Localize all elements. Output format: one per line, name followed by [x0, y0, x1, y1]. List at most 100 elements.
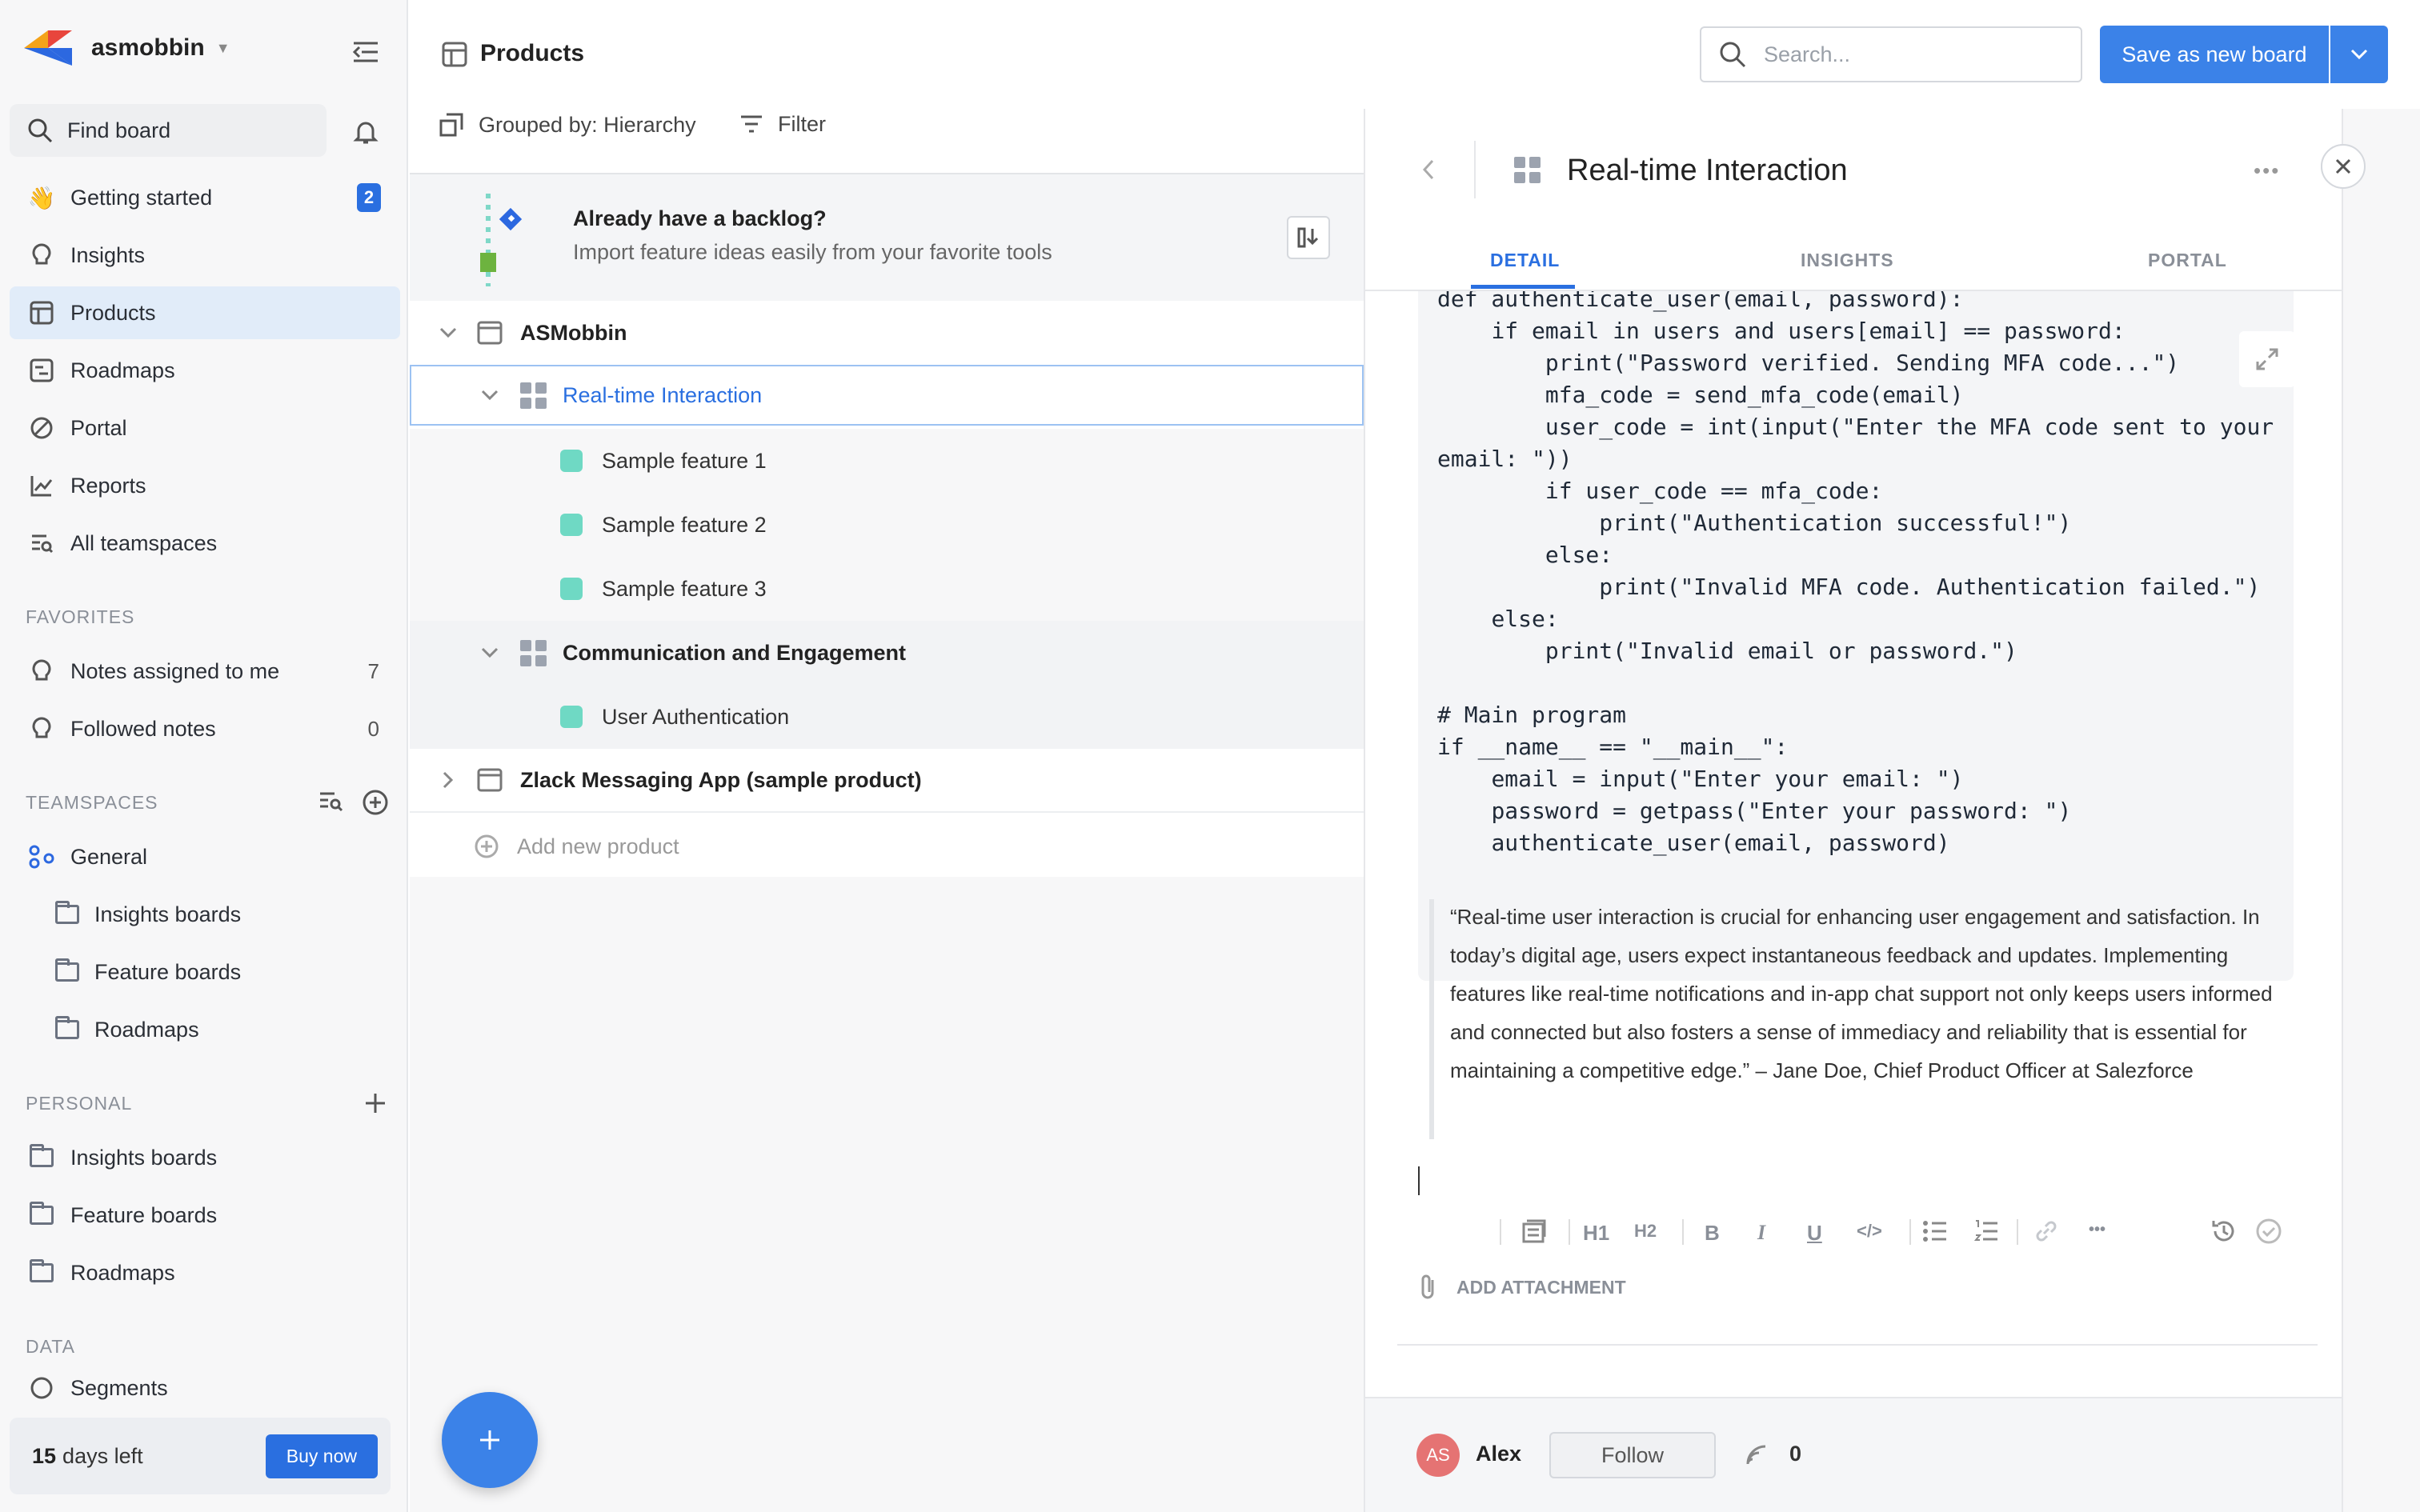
italic-button[interactable]: I: [1757, 1221, 1765, 1245]
back-chevron-icon[interactable]: [1421, 158, 1436, 181]
teamspace-feature-boards[interactable]: Feature boards: [35, 946, 400, 998]
close-panel-button-overlay[interactable]: [2321, 144, 2366, 189]
expand-icon: [2256, 348, 2278, 370]
link-icon[interactable]: [2034, 1219, 2058, 1243]
more-options-icon[interactable]: •••: [2254, 158, 2280, 183]
waving-hand-icon: 👋: [27, 185, 56, 210]
numbered-list-icon[interactable]: [1973, 1219, 1999, 1243]
paperclip-icon: [1421, 1274, 1434, 1299]
nav-notes-assigned[interactable]: Notes assigned to me 7: [10, 645, 400, 698]
create-fab-button[interactable]: [442, 1392, 538, 1488]
nav-label: All teamspaces: [70, 530, 218, 555]
lightbulb-icon: [27, 714, 56, 743]
chevron-down-icon[interactable]: [439, 326, 458, 339]
bell-icon[interactable]: [352, 118, 379, 146]
notes-count: 7: [367, 658, 379, 683]
filter-button[interactable]: Filter: [739, 112, 826, 137]
sidebar: asmobbin ▼ Find board 👋 Getting started …: [0, 0, 408, 1512]
code-block[interactable]: def authenticate_user(email, password): …: [1418, 291, 2294, 981]
workspace-switcher[interactable]: asmobbin ▼: [24, 30, 230, 66]
bullet-list-icon[interactable]: [1922, 1219, 1948, 1243]
more-formatting-button[interactable]: •••: [2089, 1221, 2105, 1239]
heading1-button[interactable]: H1: [1583, 1221, 1609, 1246]
buy-now-button[interactable]: Buy now: [265, 1434, 378, 1478]
getting-started-badge: 2: [357, 183, 381, 212]
folder-icon: [53, 958, 82, 986]
search-box[interactable]: Search...: [1700, 26, 2082, 82]
nav-portal[interactable]: Portal: [10, 402, 400, 454]
add-teamspace-icon[interactable]: [362, 789, 389, 816]
grouped-by-button[interactable]: Grouped by: Hierarchy: [439, 112, 696, 138]
component-icon: [520, 382, 547, 409]
component-icon: [520, 639, 547, 666]
component-row[interactable]: Communication and Engagement: [410, 621, 1364, 685]
code-content: def authenticate_user(email, password): …: [1437, 291, 2274, 856]
tab-detail[interactable]: DETAIL: [1490, 250, 1560, 271]
nav-products[interactable]: Products: [10, 286, 400, 339]
trial-days: 15: [32, 1443, 57, 1468]
product-row[interactable]: Zlack Messaging App (sample product): [410, 749, 1364, 813]
detail-title[interactable]: Real-time Interaction: [1567, 154, 1848, 188]
expand-code-button[interactable]: [2239, 331, 2295, 387]
feature-row[interactable]: Sample feature 3: [410, 557, 1364, 621]
backlog-banner: Already have a backlog? Import feature i…: [410, 174, 1364, 302]
teamspaces-heading: TEAMSPACES: [26, 792, 158, 813]
productboard-logo: [24, 30, 72, 66]
chart-icon: [27, 471, 56, 500]
add-attachment-label: ADD ATTACHMENT: [1456, 1276, 1626, 1298]
owner-avatar[interactable]: AS: [1416, 1434, 1460, 1477]
bold-button[interactable]: B: [1705, 1221, 1720, 1246]
add-new-product-row[interactable]: Add new product: [410, 814, 1364, 878]
owner-name: Alex: [1476, 1442, 1522, 1466]
heading2-button[interactable]: H2: [1634, 1221, 1657, 1242]
add-attachment-button[interactable]: ADD ATTACHMENT: [1418, 1274, 1626, 1301]
add-personal-icon[interactable]: [363, 1091, 387, 1115]
personal-insights-boards[interactable]: Insights boards: [10, 1131, 400, 1184]
feature-row[interactable]: Sample feature 2: [410, 493, 1364, 557]
history-icon[interactable]: [2210, 1218, 2238, 1245]
teamspace-roadmaps[interactable]: Roadmaps: [35, 1003, 400, 1056]
save-as-new-board-button[interactable]: Save as new board: [2100, 26, 2329, 83]
collapse-sidebar-icon[interactable]: [352, 40, 379, 64]
search-teamspaces-icon[interactable]: [319, 790, 344, 813]
nav-followed-notes[interactable]: Followed notes 0: [10, 702, 400, 755]
component-row-selected[interactable]: Real-time Interaction: [410, 365, 1364, 426]
code-button[interactable]: </>: [1857, 1221, 1882, 1242]
nav-roadmaps[interactable]: Roadmaps: [10, 344, 400, 397]
check-circle-icon[interactable]: [2255, 1218, 2282, 1245]
followed-count: 0: [367, 716, 379, 741]
block-style-icon[interactable]: [1521, 1218, 1548, 1245]
import-button[interactable]: [1287, 216, 1330, 259]
underline-button[interactable]: U: [1807, 1221, 1822, 1246]
tab-insights[interactable]: INSIGHTS: [1801, 250, 1894, 271]
nav-insights[interactable]: Insights: [10, 229, 400, 282]
feature-row[interactable]: User Authentication: [410, 685, 1364, 749]
lightbulb-icon: [27, 657, 56, 686]
chevron-down-icon[interactable]: [480, 389, 499, 402]
nav-reports[interactable]: Reports: [10, 459, 400, 512]
find-board-input[interactable]: Find board: [10, 104, 327, 157]
save-dropdown-button[interactable]: [2330, 26, 2388, 83]
folder-icon: [27, 1201, 56, 1230]
editor-bottom-divider: [1397, 1344, 2318, 1346]
roadmap-icon: [27, 356, 56, 385]
blockquote[interactable]: “Real-time user interaction is crucial f…: [1450, 898, 2282, 1090]
right-gutter: [2342, 109, 2420, 1512]
feature-row[interactable]: Sample feature 1: [410, 429, 1364, 493]
personal-feature-boards[interactable]: Feature boards: [10, 1189, 400, 1242]
nav-all-teamspaces[interactable]: All teamspaces: [10, 517, 400, 570]
product-row[interactable]: ASMobbin: [410, 301, 1364, 365]
nav-segments[interactable]: Segments: [10, 1376, 400, 1400]
nav-getting-started[interactable]: 👋 Getting started 2: [10, 171, 400, 224]
teamspace-insights-boards[interactable]: Insights boards: [35, 888, 400, 941]
followers-count: 0: [1789, 1442, 1802, 1466]
feature-name: User Authentication: [602, 704, 790, 729]
chevron-down-icon[interactable]: [480, 646, 499, 659]
teamspace-general[interactable]: General: [10, 830, 400, 883]
tab-portal[interactable]: PORTAL: [2148, 250, 2227, 271]
folder-icon: [53, 900, 82, 929]
search-placeholder: Search...: [1764, 42, 1851, 66]
follow-button[interactable]: Follow: [1549, 1432, 1716, 1478]
chevron-right-icon[interactable]: [442, 770, 455, 790]
personal-roadmaps[interactable]: Roadmaps: [10, 1246, 400, 1299]
